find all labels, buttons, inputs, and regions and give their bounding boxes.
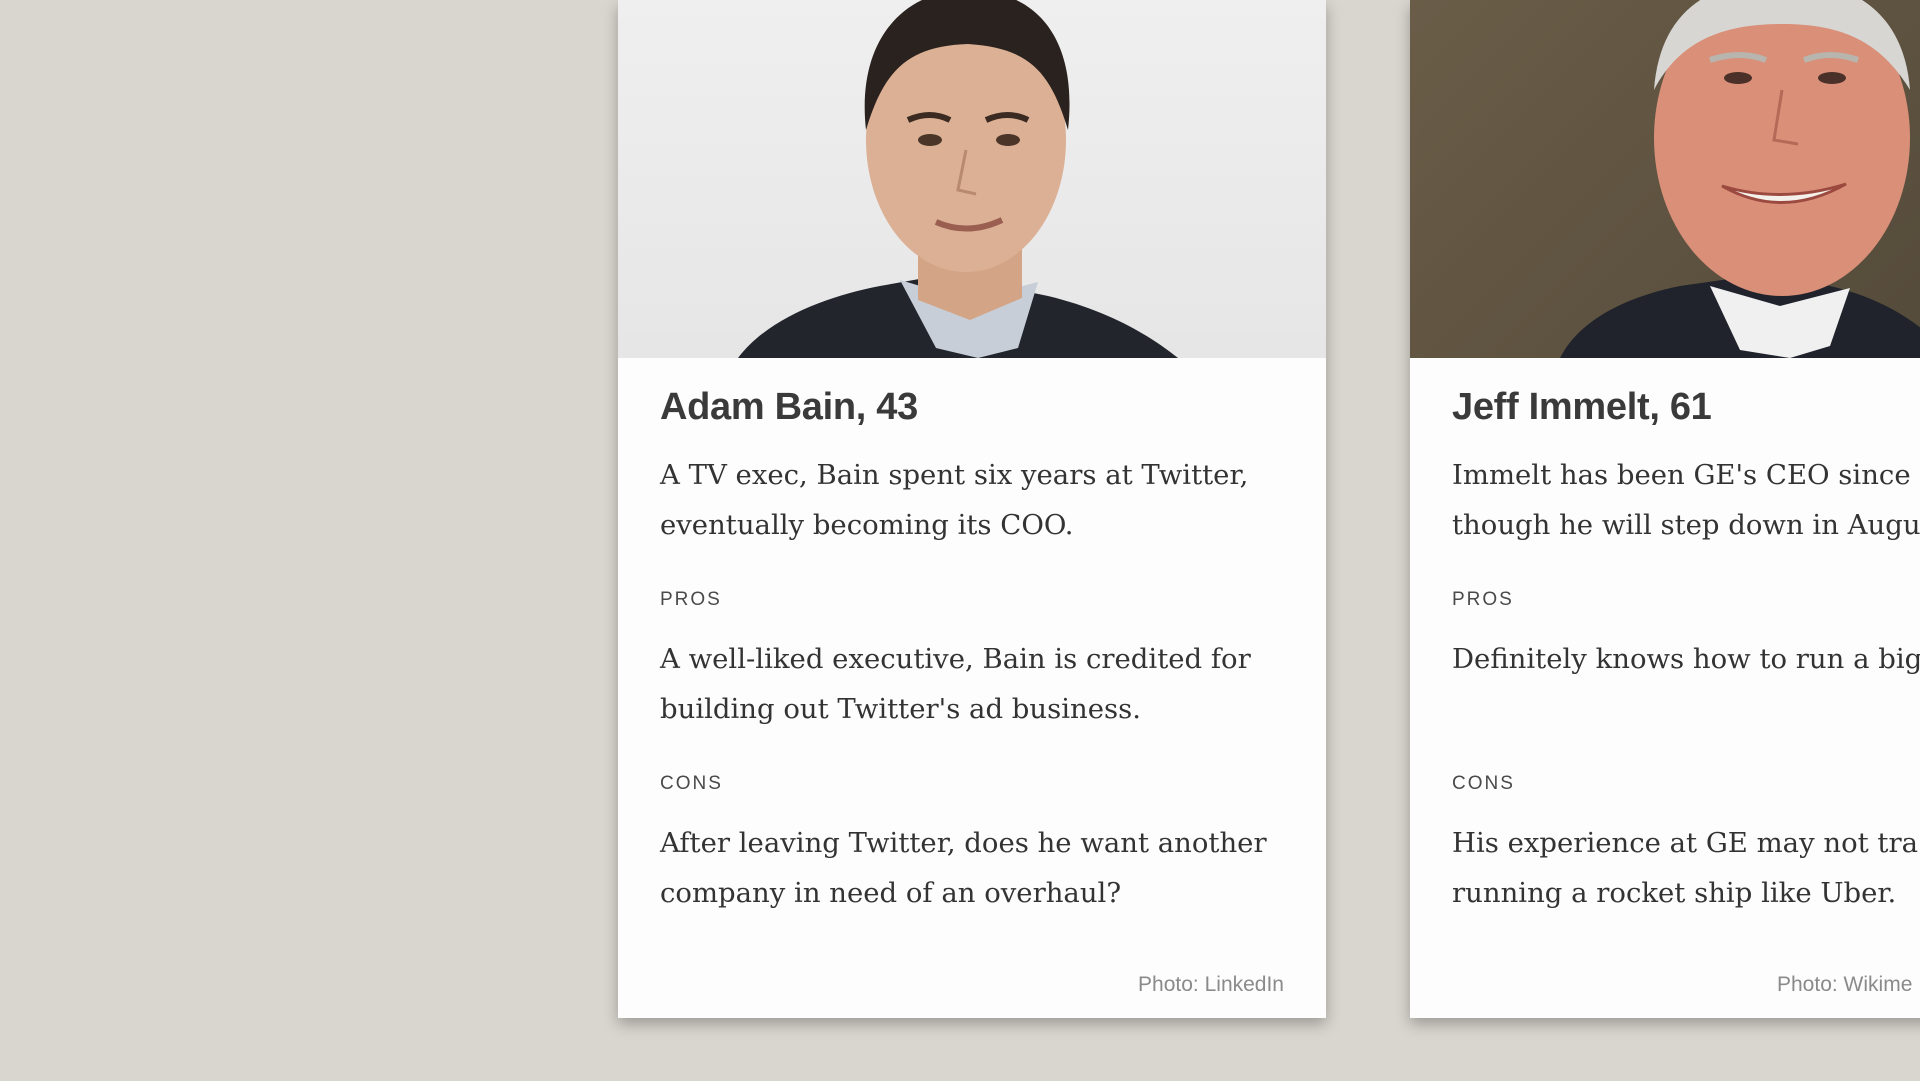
photo-credit: Photo: Wikime (1777, 973, 1913, 996)
candidate-photo (1410, 0, 1920, 358)
cons-text: His experience at GE may not tra running… (1452, 818, 1920, 918)
candidate-card-adam-bain: Adam Bain, 43 A TV exec, Bain spent six … (618, 0, 1326, 1018)
bio-line: eventually becoming its COO. (660, 509, 1074, 541)
portrait-illustration (738, 0, 1178, 358)
photo-credit: Photo: LinkedIn (1138, 973, 1284, 996)
cons-line: His experience at GE may not tra (1452, 827, 1919, 859)
cons-text: After leaving Twitter, does he want anot… (660, 818, 1300, 918)
pros-label: PROS (660, 589, 722, 610)
card-content: Jeff Immelt, 61 Immelt has been GE's CEO… (1452, 380, 1920, 918)
candidate-card-jeff-immelt: Jeff Immelt, 61 Immelt has been GE's CEO… (1410, 0, 1920, 1018)
pros-text: A well-liked executive, Bain is credited… (660, 634, 1300, 734)
page-canvas: Adam Bain, 43 A TV exec, Bain spent six … (0, 0, 1920, 1081)
cons-label: CONS (660, 773, 723, 794)
bio-line: Immelt has been GE's CEO since (1452, 459, 1911, 491)
pros-line: A well-liked executive, Bain is credited… (660, 643, 1251, 675)
card-content: Adam Bain, 43 A TV exec, Bain spent six … (660, 380, 1300, 918)
bio-line: though he will step down in Augu (1452, 509, 1920, 541)
pros-label: PROS (1452, 589, 1514, 610)
candidate-bio: Immelt has been GE's CEO since though he… (1452, 450, 1920, 550)
candidate-bio: A TV exec, Bain spent six years at Twitt… (660, 450, 1300, 550)
portrait-illustration (1560, 0, 1920, 358)
cons-label: CONS (1452, 773, 1515, 794)
candidate-name: Jeff Immelt, 61 (1452, 386, 1712, 428)
candidate-name: Adam Bain, 43 (660, 386, 918, 428)
pros-line: building out Twitter's ad business. (660, 693, 1141, 725)
candidate-photo (618, 0, 1326, 358)
cons-line: After leaving Twitter, does he want anot… (660, 827, 1267, 859)
pros-line: Definitely knows how to run a big (1452, 643, 1920, 675)
pros-text: Definitely knows how to run a big (1452, 634, 1920, 734)
cons-line: running a rocket ship like Uber. (1452, 877, 1897, 909)
bio-line: A TV exec, Bain spent six years at Twitt… (660, 459, 1249, 491)
cons-line: company in need of an overhaul? (660, 877, 1122, 909)
